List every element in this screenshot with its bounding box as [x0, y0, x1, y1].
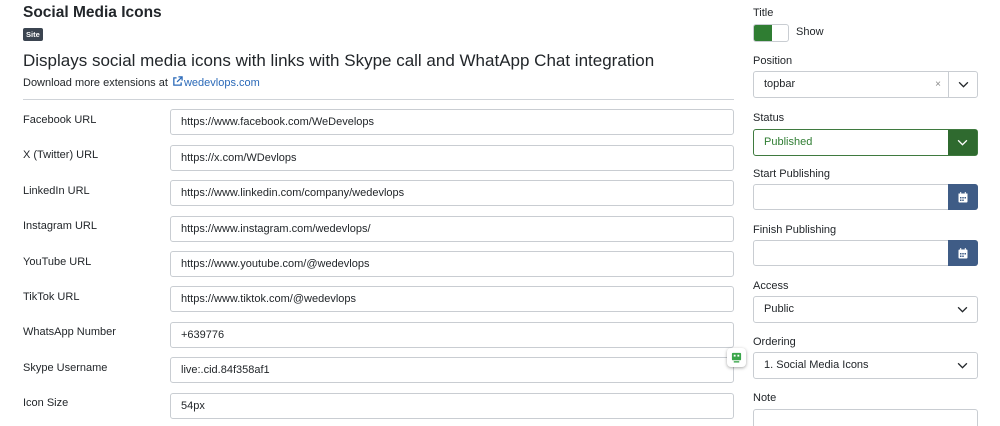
position-clear-icon[interactable]: ×: [935, 72, 941, 97]
form-assist-button[interactable]: [727, 348, 746, 367]
linkedin-url-label: LinkedIn URL: [23, 185, 90, 197]
access-select[interactable]: Public: [753, 296, 978, 323]
module-description: Displays social media icons with links w…: [23, 51, 655, 70]
download-prefix: Download more extensions at: [23, 77, 168, 89]
title-label: Title: [753, 7, 774, 19]
calendar-icon: [958, 191, 968, 202]
toggle-knob: [754, 25, 772, 41]
note-input[interactable]: [753, 409, 978, 426]
access-dropdown-toggle[interactable]: [948, 297, 977, 322]
position-value: topbar: [764, 78, 796, 90]
status-value: Published: [764, 136, 813, 148]
skype-username-input[interactable]: live:.cid.84f358af1: [170, 357, 734, 383]
instagram-url-label: Instagram URL: [23, 220, 97, 232]
position-select[interactable]: topbar ×: [753, 71, 978, 98]
icon-size-label: Icon Size: [23, 397, 69, 409]
divider: [23, 99, 734, 100]
tiktok-url-input[interactable]: https://www.tiktok.com/@wedevlops: [170, 286, 734, 312]
download-link[interactable]: wedevlops.com: [184, 77, 260, 89]
status-label: Status: [753, 112, 785, 124]
title-toggle-text: Show: [796, 26, 824, 38]
form-assist-icon: [731, 352, 742, 363]
calendar-icon: [958, 247, 968, 258]
ordering-select[interactable]: 1. Social Media Icons: [753, 352, 978, 379]
status-select[interactable]: Published: [753, 129, 978, 156]
chevron-down-icon: [957, 362, 968, 369]
access-value: Public: [764, 303, 794, 315]
title-show-toggle[interactable]: [753, 24, 789, 42]
tiktok-url-label: TikTok URL: [23, 291, 80, 303]
module-title: Social Media Icons: [23, 4, 162, 21]
icon-size-input[interactable]: 54px: [170, 393, 734, 419]
status-dropdown-toggle[interactable]: [948, 130, 977, 155]
skype-username-label: Skype Username: [23, 362, 108, 374]
start-publishing-label: Start Publishing: [753, 168, 831, 180]
instagram-url-input[interactable]: https://www.instagram.com/wedevlops/: [170, 216, 734, 242]
finish-publishing-input[interactable]: [753, 240, 978, 266]
site-badge: Site: [23, 28, 43, 41]
note-label: Note: [753, 392, 777, 404]
linkedin-url-input[interactable]: https://www.linkedin.com/company/wedevlo…: [170, 180, 734, 206]
finish-publishing-label: Finish Publishing: [753, 224, 837, 236]
twitter-url-input[interactable]: https://x.com/WDevlops: [170, 145, 734, 171]
position-label: Position: [753, 55, 793, 67]
whatsapp-number-input[interactable]: +639776: [170, 322, 734, 348]
chevron-down-icon: [958, 81, 968, 88]
whatsapp-number-label: WhatsApp Number: [23, 326, 116, 338]
ordering-value: 1. Social Media Icons: [764, 359, 869, 371]
start-publishing-calendar-button[interactable]: [948, 184, 978, 210]
facebook-url-label: Facebook URL: [23, 114, 97, 126]
ordering-label: Ordering: [753, 336, 796, 348]
finish-publishing-calendar-button[interactable]: [948, 240, 978, 266]
youtube-url-label: YouTube URL: [23, 256, 92, 268]
access-label: Access: [753, 280, 789, 292]
chevron-down-icon: [957, 306, 968, 313]
ordering-dropdown-toggle[interactable]: [948, 353, 977, 378]
position-dropdown-toggle[interactable]: [948, 72, 977, 97]
start-publishing-input[interactable]: [753, 184, 978, 210]
facebook-url-input[interactable]: https://www.facebook.com/WeDevelops: [170, 109, 734, 135]
chevron-down-icon: [957, 139, 968, 146]
external-link-icon: [173, 76, 183, 86]
twitter-url-label: X (Twitter) URL: [23, 149, 99, 161]
download-line: Download more extensions at wedevlops.co…: [23, 76, 260, 89]
youtube-url-input[interactable]: https://www.youtube.com/@wedevlops: [170, 251, 734, 277]
